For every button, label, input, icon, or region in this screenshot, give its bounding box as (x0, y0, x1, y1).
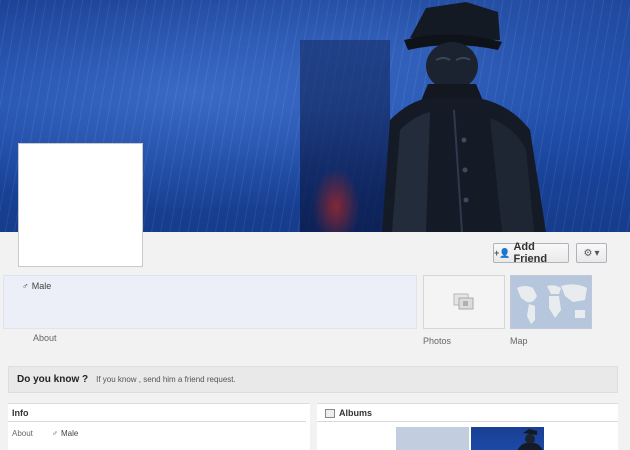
intro-strip[interactable]: ♂ Male (3, 275, 417, 329)
chevron-down-icon: ▾ (594, 247, 600, 259)
know-bar-title: Do you know ? (17, 374, 89, 385)
world-map-icon (511, 276, 591, 328)
friend-suggestion-bar: Do you know ? If you know , send him a f… (8, 366, 618, 393)
info-gender-text: Male (61, 429, 79, 438)
album-thumbnail[interactable] (471, 427, 544, 450)
add-friend-label: Add Friend (513, 241, 548, 265)
profile-picture[interactable] (18, 143, 143, 267)
photos-tab-thumbnail[interactable] (423, 275, 505, 329)
album-cover-figure (517, 429, 543, 450)
info-divider (8, 421, 306, 422)
photos-tab-label[interactable]: Photos (423, 336, 451, 346)
know-bar-text: If you know , send him a friend request. (96, 375, 236, 384)
map-tab-label[interactable]: Map (510, 336, 528, 346)
album-icon (325, 408, 335, 418)
gender-text: Male (31, 281, 52, 291)
info-about-label: About (12, 429, 33, 438)
about-tab[interactable]: About (33, 333, 57, 343)
add-friend-button[interactable]: +👤 Add Friend (493, 241, 569, 265)
settings-button[interactable]: ⚙ ▾ (576, 243, 607, 263)
photos-placeholder-icon (453, 293, 474, 310)
gear-icon: ⚙ (583, 247, 593, 259)
album-thumbnail[interactable] (396, 427, 469, 450)
cover-red-mark (312, 168, 360, 232)
gender-info: ♂ Male (22, 281, 51, 291)
info-heading[interactable]: Info (12, 408, 29, 418)
info-gender: ♂ Male (52, 429, 78, 438)
albums-heading[interactable]: Albums (325, 408, 372, 418)
add-friend-icon: +👤 (494, 247, 511, 258)
male-icon: ♂ (52, 429, 58, 438)
info-section: Info About ♂ Male (8, 403, 310, 450)
male-icon: ♂ (22, 281, 29, 291)
map-tab-thumbnail[interactable] (510, 275, 592, 329)
albums-divider (317, 421, 618, 422)
albums-section: Albums (317, 403, 618, 450)
albums-heading-text: Albums (339, 408, 373, 418)
cover-statue-figure (382, 2, 546, 232)
